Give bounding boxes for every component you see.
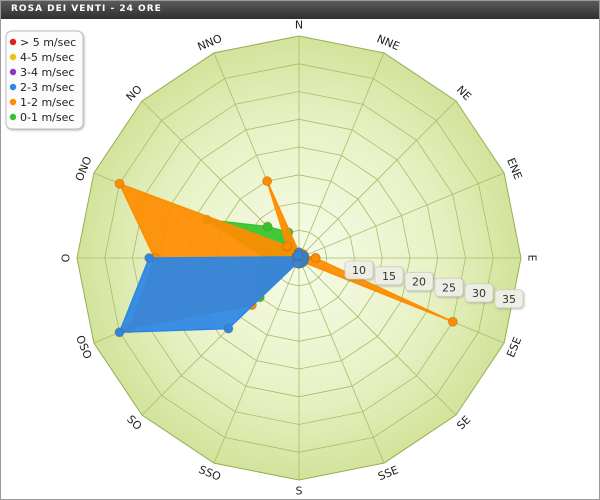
data-point[interactable] bbox=[144, 253, 155, 263]
radial-tick-label: 10 bbox=[352, 264, 366, 277]
radial-tick-label: 35 bbox=[502, 293, 516, 306]
direction-label: NNO bbox=[196, 32, 224, 54]
radial-tick: 30 bbox=[464, 283, 494, 303]
legend-item[interactable]: 2-3 m/sec bbox=[9, 81, 75, 94]
legend-marker bbox=[9, 53, 17, 61]
data-point[interactable] bbox=[310, 253, 321, 263]
radial-tick: 15 bbox=[374, 266, 404, 286]
data-point[interactable] bbox=[223, 323, 234, 334]
radial-tick-label: 20 bbox=[412, 276, 426, 289]
legend-item[interactable]: 3-4 m/sec bbox=[9, 66, 75, 79]
legend-marker bbox=[9, 38, 17, 46]
radial-tick-label: 25 bbox=[442, 281, 456, 294]
legend: > 5 m/sec 4-5 m/sec 3-4 m/sec 2-3 m/sec 1-2 … bbox=[5, 30, 84, 130]
legend-item[interactable]: 4-5 m/sec bbox=[9, 51, 75, 64]
radial-tick-label: 15 bbox=[382, 270, 396, 283]
radial-tick-label: 30 bbox=[472, 287, 486, 300]
legend-marker bbox=[9, 83, 17, 91]
direction-label: ONO bbox=[73, 154, 95, 183]
legend-marker bbox=[9, 98, 17, 106]
direction-label: S bbox=[296, 485, 303, 498]
direction-label: NE bbox=[454, 83, 474, 103]
direction-label: N bbox=[295, 19, 303, 32]
legend-marker bbox=[9, 68, 17, 76]
data-point[interactable] bbox=[292, 250, 303, 261]
legend-item[interactable]: > 5 m/sec bbox=[9, 36, 76, 49]
direction-label: OSO bbox=[73, 333, 94, 361]
direction-label: SO bbox=[124, 413, 144, 433]
direction-label: E bbox=[526, 255, 539, 262]
radial-tick: 10 bbox=[344, 260, 374, 280]
legend-label: 4-5 m/sec bbox=[20, 51, 74, 64]
legend-item[interactable]: 0-1 m/sec bbox=[9, 111, 75, 124]
data-point[interactable] bbox=[114, 178, 125, 189]
data-point[interactable] bbox=[447, 316, 458, 327]
direction-label: ENE bbox=[504, 156, 524, 181]
legend-item[interactable]: 1-2 m/sec bbox=[9, 96, 75, 109]
direction-label: SSO bbox=[197, 463, 223, 484]
data-point[interactable] bbox=[282, 241, 293, 252]
radial-tick: 35 bbox=[494, 289, 524, 309]
direction-label: SSE bbox=[376, 463, 400, 483]
legend-label: > 5 m/sec bbox=[20, 36, 76, 49]
direction-label: SE bbox=[454, 413, 473, 432]
data-point[interactable] bbox=[262, 221, 273, 232]
direction-label: NNE bbox=[375, 32, 402, 53]
legend-label: 2-3 m/sec bbox=[20, 81, 74, 94]
radial-tick: 20 bbox=[404, 272, 434, 291]
data-point[interactable] bbox=[262, 176, 273, 187]
legend-label: 0-1 m/sec bbox=[20, 111, 74, 124]
direction-label: ESE bbox=[504, 335, 524, 359]
legend-label: 1-2 m/sec bbox=[20, 96, 74, 109]
direction-label: O bbox=[60, 253, 73, 262]
wind-rose-chart: NNNENEENEEESESESSESSSOSOOSOOONONONNO 10 1… bbox=[5, 19, 539, 498]
data-point[interactable] bbox=[114, 327, 125, 338]
legend-label: 3-4 m/sec bbox=[20, 66, 74, 79]
radial-tick: 25 bbox=[434, 277, 464, 297]
legend-marker bbox=[9, 113, 17, 121]
